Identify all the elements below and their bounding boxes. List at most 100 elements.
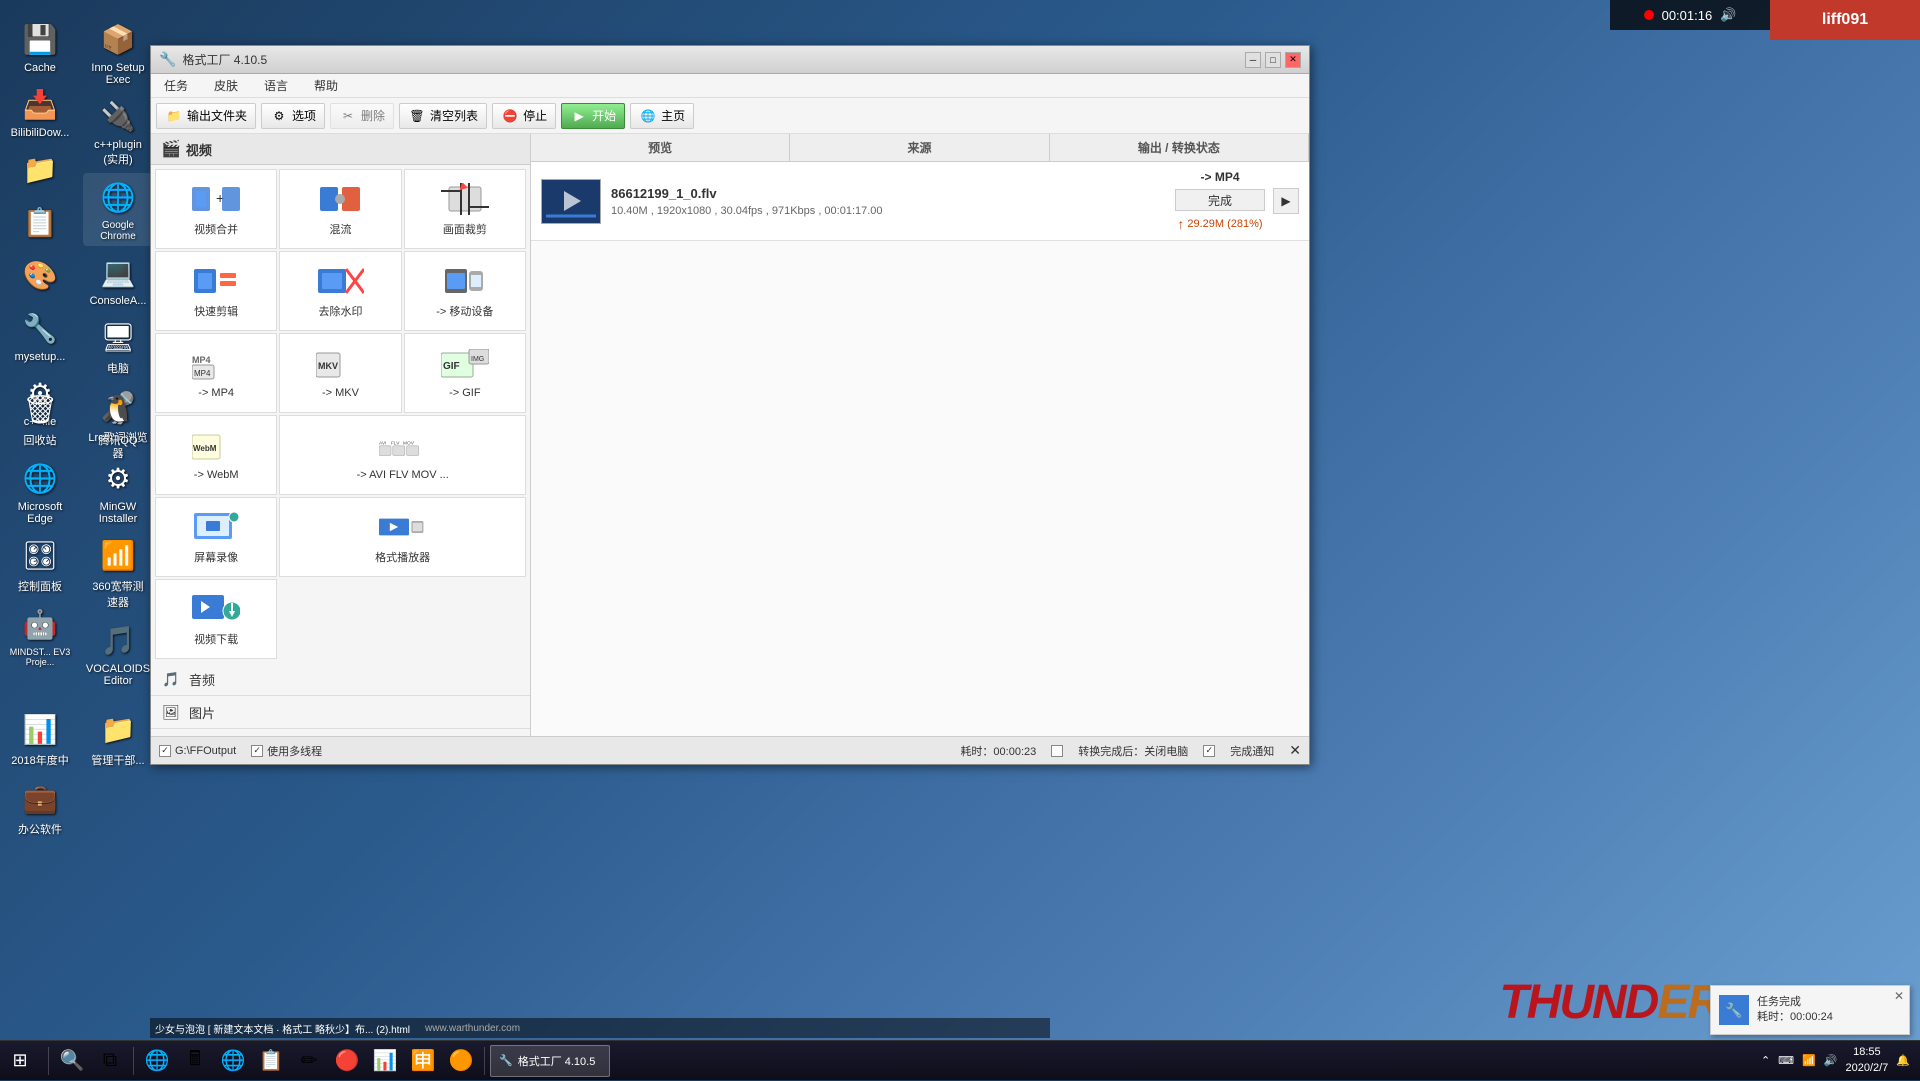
recording-bar: 00:01:16 🔊 (1610, 0, 1770, 30)
desktop-icon-console[interactable]: 💻 ConsoleA... (83, 248, 153, 311)
multithread-checkbox[interactable] (251, 745, 263, 757)
menu-task[interactable]: 任务 (156, 75, 196, 96)
desktop-icon-2018[interactable]: 📊 2018年度中 (5, 705, 75, 772)
edge-icon: 🌐 (20, 458, 60, 498)
tool-mix[interactable]: 混流 (279, 169, 401, 249)
taskbar-app6[interactable]: 🔴 (329, 1043, 365, 1079)
shutdown-checkbox[interactable] (1051, 745, 1063, 757)
delete-button[interactable]: ✂ 删除 (330, 103, 394, 129)
bilibili-icon: 📥 (20, 84, 60, 124)
pc-icon: 🖥 (98, 317, 138, 357)
desktop-icon-manager[interactable]: 📁 管理干部... (83, 705, 153, 772)
taskbar-ppt[interactable]: 📊 (367, 1043, 403, 1079)
clear-icon: 🗑 (408, 107, 426, 125)
tool-video-merge[interactable]: + 视频合并 (155, 169, 277, 249)
menu-help[interactable]: 帮助 (306, 75, 346, 96)
start-button[interactable]: ▶ 开始 (561, 103, 625, 129)
taskbar-calc[interactable]: 🖩 (177, 1043, 213, 1079)
tool-player[interactable]: 格式播放器 (279, 497, 526, 577)
home-button[interactable]: 🌐 主页 (630, 103, 694, 129)
tool-mobile[interactable]: -> 移动设备 (404, 251, 526, 331)
desktop-icon-art[interactable]: 🎨 (5, 251, 75, 302)
clear-list-button[interactable]: 🗑 清空列表 (399, 103, 487, 129)
output-folder-button[interactable]: 📁 输出文件夹 (156, 103, 256, 129)
output-path-item: G:\FFOutput (159, 745, 236, 757)
desktop-icon-pc[interactable]: 🖥 电脑 (83, 313, 153, 380)
taskbar-wifi-icon[interactable]: 📶 (1802, 1054, 1816, 1067)
desktop-icon-chrome[interactable]: 🌐 Google Chrome (83, 173, 153, 246)
tool-video-download[interactable]: 视频下载 (155, 579, 277, 659)
toolbar: 📁 输出文件夹 ⚙ 选项 ✂ 删除 🗑 清空列表 ⛔ 停止 ▶ 开始 (151, 98, 1309, 134)
tool-remove-watermark[interactable]: 去除水印 (279, 251, 401, 331)
tool-screen-record[interactable]: 屏幕录像 (155, 497, 277, 577)
notification-close[interactable]: ✕ (1894, 989, 1904, 1003)
play-button[interactable]: ▶ (1273, 188, 1299, 214)
category-document[interactable]: 📄 文档 (151, 729, 530, 736)
tool-to-gif[interactable]: GIF IMG -> GIF (404, 333, 526, 413)
taskbar-app4[interactable]: 📋 (253, 1043, 289, 1079)
taskbar-search[interactable]: 🔍 (54, 1043, 90, 1079)
notif-icon: 🔧 (1719, 995, 1749, 1025)
taskbar-arrow-icon[interactable]: ⌃ (1761, 1054, 1770, 1067)
window-title: 格式工厂 4.10.5 (182, 51, 267, 68)
close-status-icon[interactable]: ✕ (1289, 742, 1301, 759)
office-icon: 💼 (20, 778, 60, 818)
desktop-icon-edge[interactable]: 🌐 Microsoft Edge (5, 454, 75, 529)
svg-text:GIF: GIF (443, 361, 460, 372)
taskbar-volume-icon[interactable]: 🔊 (1824, 1054, 1838, 1067)
desktop-icon-mindstorm[interactable]: 🤖 MINDST... EV3 Proje... (5, 600, 75, 671)
desktop-icon-qq[interactable]: 🐧 腾讯QQ (83, 385, 153, 452)
avi-icon: AVI FLV MOV (379, 429, 427, 465)
taskbar-app5[interactable]: ✏ (291, 1043, 327, 1079)
desktop-icon-bilibili[interactable]: 📥 BilibiliDow... (5, 80, 75, 143)
chrome-icon: 🌐 (98, 177, 138, 217)
vocaloid-icon: 🎵 (98, 620, 138, 660)
category-image[interactable]: 🖼 图片 (151, 696, 530, 729)
main-content: 🎬 视频 + (151, 134, 1309, 736)
desktop-icon-recycle[interactable]: 🗑 回收站 (5, 385, 75, 452)
desktop-icon-folder1[interactable]: 📁 (5, 145, 75, 196)
category-audio[interactable]: 🎵 音频 (151, 663, 530, 696)
notify-checkbox[interactable] (1203, 745, 1215, 757)
taskbar-clock[interactable]: 18:55 2020/2/7 (1845, 1045, 1888, 1076)
maximize-button[interactable]: □ (1265, 52, 1281, 68)
close-button[interactable]: ✕ (1285, 52, 1301, 68)
desktop-icon-mingw[interactable]: ⚙ MinGW Installer (83, 454, 153, 529)
tool-crop[interactable]: 画面裁剪 (404, 169, 526, 249)
taskbar-chrome[interactable]: 🌐 (139, 1043, 175, 1079)
file-entry: 86612199_1_0.flv 10.40M , 1920x1080 , 30… (531, 162, 1309, 241)
taskbar-app8[interactable]: 🈸 (405, 1043, 441, 1079)
menu-skin[interactable]: 皮肤 (206, 75, 246, 96)
tool-quick-edit[interactable]: 快速剪辑 (155, 251, 277, 331)
desktop-icon-controlpanel[interactable]: 🎛 控制面板 (5, 531, 75, 598)
taskbar-notification-icon[interactable]: 🔔 (1896, 1054, 1910, 1067)
mingw-icon: ⚙ (98, 458, 138, 498)
taskbar: ⊞ 🔍 ⧉ 🌐 🖩 🌐 📋 ✏ 🔴 📊 🈸 🟠 🔧 格式工厂 4.10.5 ⌃ … (0, 1040, 1920, 1080)
options-button[interactable]: ⚙ 选项 (261, 103, 325, 129)
start-button[interactable]: ⊞ (0, 1041, 40, 1081)
tool-to-mp4[interactable]: MP4 MP4 -> MP4 (155, 333, 277, 413)
multithread-item: 使用多线程 (251, 743, 322, 759)
tool-to-avi[interactable]: AVI FLV MOV -> AVI FLV MOV ... (279, 415, 526, 495)
menu-language[interactable]: 语言 (256, 75, 296, 96)
desktop-icon-vocaloid[interactable]: 🎵 VOCALOIDS Editor (83, 616, 153, 691)
taskbar-app9[interactable]: 🟠 (443, 1043, 479, 1079)
output-checkbox[interactable] (159, 745, 171, 757)
desktop-icon-inno[interactable]: 📦 Inno Setup Exec (83, 15, 153, 90)
minimize-button[interactable]: ─ (1245, 52, 1261, 68)
tool-to-mkv[interactable]: MKV -> MKV (279, 333, 401, 413)
stop-button[interactable]: ⛔ 停止 (492, 103, 556, 129)
webm-icon: WebM (192, 429, 240, 465)
desktop-icon-mysetup[interactable]: 🔧 mysetup... (5, 304, 75, 367)
tool-to-webm[interactable]: WebM -> WebM (155, 415, 277, 495)
desktop-icon-cache[interactable]: 💾 Cache (5, 15, 75, 78)
active-window-button[interactable]: 🔧 格式工厂 4.10.5 (490, 1045, 610, 1077)
taskbar-edge[interactable]: 🌐 (215, 1043, 251, 1079)
desktop-icon-360[interactable]: 📶 360宽带测速器 (83, 531, 153, 614)
desktop-icon-cpp[interactable]: 🔌 c++plugin (实用) (83, 92, 153, 171)
header-preview: 预览 (531, 134, 790, 161)
desktop-icon-office[interactable]: 💼 办公软件 (5, 774, 75, 841)
header-source: 来源 (790, 134, 1049, 161)
taskbar-taskview[interactable]: ⧉ (92, 1043, 128, 1079)
desktop-icon-clip[interactable]: 📋 (5, 198, 75, 249)
